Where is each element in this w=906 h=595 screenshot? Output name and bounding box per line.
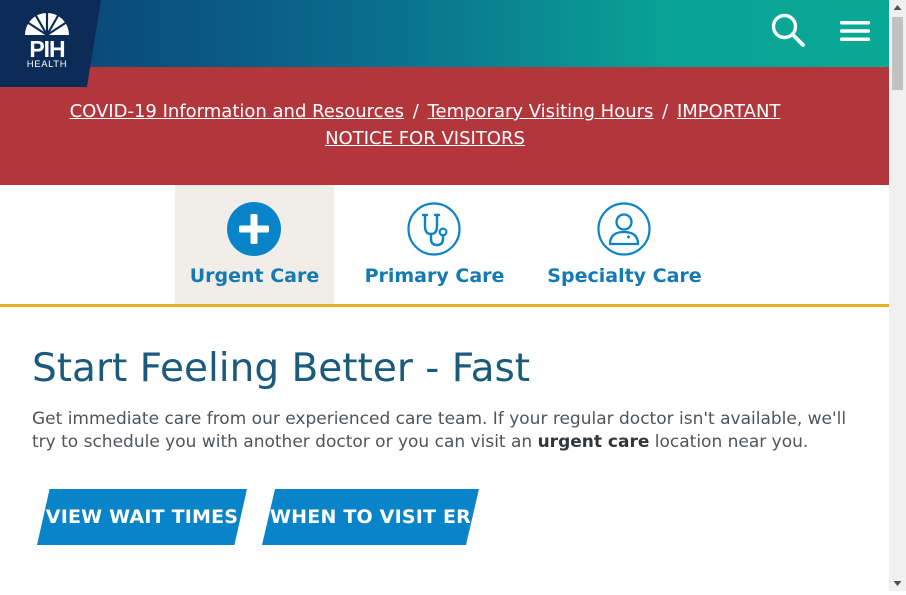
desc-bold-urgent-care: urgent care [537, 432, 650, 452]
care-type-tabs: Urgent Care Primary Care Specialty Care [0, 185, 889, 305]
pih-health-logo[interactable]: PIH HEALTH [0, 0, 101, 87]
logo-text-sub: HEALTH [27, 59, 67, 70]
page: PIH HEALTH COVID-19 Information and Reso… [0, 0, 889, 591]
scroll-up-button[interactable] [889, 0, 906, 17]
menu-button[interactable] [838, 18, 872, 44]
vertical-scrollbar[interactable] [889, 0, 906, 591]
tab-label: Urgent Care [189, 265, 320, 287]
tab-primary-care[interactable]: Primary Care [355, 185, 514, 304]
covid-alert-banner: COVID-19 Information and Resources / Tem… [0, 67, 889, 185]
tab-label: Specialty Care [547, 265, 702, 287]
alert-separator: / [412, 101, 419, 122]
search-icon [771, 13, 805, 47]
alert-links: COVID-19 Information and Resources / Tem… [40, 98, 810, 152]
site-header [0, 0, 889, 67]
scroll-down-button[interactable] [889, 574, 906, 591]
scroll-up-arrow-icon [893, 5, 902, 10]
plus-icon [227, 202, 281, 256]
doctor-icon [597, 202, 651, 256]
page-title: Start Feeling Better - Fast [32, 346, 531, 391]
when-to-visit-er-button[interactable]: WHEN TO VISIT ER [262, 489, 479, 545]
visiting-hours-link[interactable]: Temporary Visiting Hours [428, 101, 654, 122]
stethoscope-icon [407, 202, 461, 256]
view-wait-times-button[interactable]: VIEW WAIT TIMES [37, 489, 247, 545]
search-button[interactable] [770, 12, 806, 48]
tabs-underline [0, 304, 889, 307]
hamburger-menu-icon [840, 21, 870, 41]
desc-text-end: location near you. [649, 432, 809, 452]
scrollbar-thumb[interactable] [892, 17, 903, 90]
page-description: Get immediate care from our experienced … [32, 408, 852, 454]
alert-separator: / [662, 101, 669, 122]
covid-info-link[interactable]: COVID-19 Information and Resources [70, 101, 404, 122]
scroll-down-arrow-icon [893, 581, 902, 586]
tab-urgent-care[interactable]: Urgent Care [175, 185, 334, 304]
tab-label: Primary Care [364, 265, 505, 287]
tab-specialty-care[interactable]: Specialty Care [545, 185, 704, 304]
